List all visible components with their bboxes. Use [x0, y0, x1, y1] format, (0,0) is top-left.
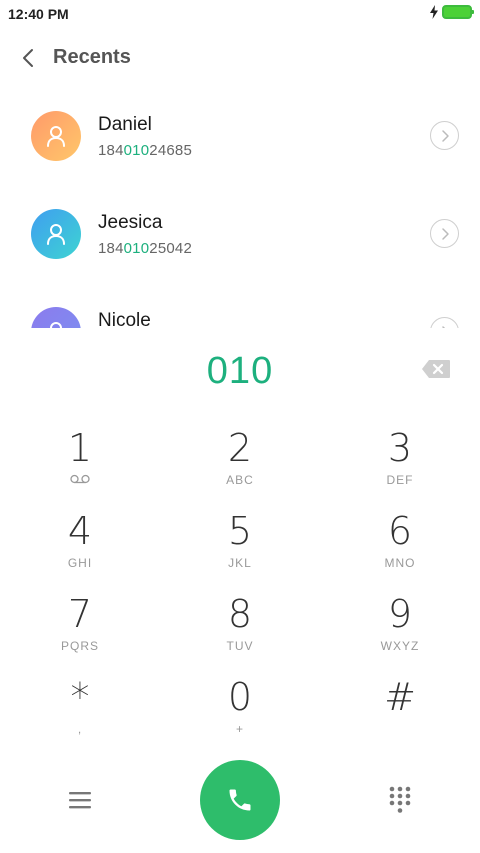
key-digit: 5: [227, 509, 253, 553]
key-5[interactable]: 5 JKL: [160, 508, 320, 590]
voicemail-icon: [70, 474, 90, 484]
chevron-right-icon: [441, 129, 449, 142]
status-bar: 12:40 PM: [0, 0, 480, 28]
avatar: [31, 111, 81, 161]
key-digit: 6: [387, 509, 413, 553]
dialpad-toggle-button[interactable]: [387, 786, 413, 814]
bottom-bar: [0, 760, 480, 840]
key-digit: 4: [67, 509, 93, 553]
key-digit: 9: [387, 592, 413, 636]
contact-number: 18401025042: [98, 240, 192, 257]
key-8[interactable]: 8 TUV: [160, 591, 320, 673]
person-icon: [50, 322, 62, 328]
key-digit: 2: [227, 426, 253, 470]
key-pause: ,: [77, 722, 83, 736]
contact-details-button[interactable]: [430, 317, 459, 328]
key-star[interactable]: * ,: [0, 674, 160, 756]
contact-number: 18401024685: [98, 142, 192, 159]
key-9[interactable]: 9 WXYZ: [320, 591, 480, 673]
contact-name: Nicole: [98, 310, 151, 328]
key-letters: JKL: [228, 556, 252, 570]
backspace-button[interactable]: [420, 358, 452, 380]
contact-name: Daniel: [98, 114, 152, 135]
menu-button[interactable]: [66, 786, 94, 814]
key-2[interactable]: 2 ABC: [160, 425, 320, 507]
dial-input[interactable]: 010: [0, 350, 480, 393]
key-0[interactable]: 0 +: [160, 674, 320, 756]
chevron-right-icon: [441, 325, 446, 328]
recents-list: Daniel 18401024685 Jeesica 18401025042 N…: [0, 88, 480, 328]
key-digit: 8: [227, 592, 253, 636]
key-letters: MNO: [384, 556, 416, 570]
key-letters: TUV: [226, 639, 254, 653]
header: Recents: [0, 38, 480, 78]
contact-details-button[interactable]: [430, 121, 459, 150]
key-digit: 7: [67, 592, 93, 636]
key-6[interactable]: 6 MNO: [320, 508, 480, 590]
avatar: [31, 209, 81, 259]
phone-icon: [229, 789, 251, 811]
person-icon: [47, 126, 65, 147]
contact-row[interactable]: Nicole: [0, 284, 480, 328]
charging-bolt-icon: [430, 5, 438, 19]
backspace-icon: [422, 360, 450, 378]
key-digit: #: [384, 675, 416, 719]
person-icon: [47, 224, 65, 245]
key-hash[interactable]: #: [320, 674, 480, 756]
key-3[interactable]: 3 DEF: [320, 425, 480, 507]
avatar: [31, 307, 81, 328]
key-digit: 0: [227, 675, 253, 719]
status-time: 12:40 PM: [8, 6, 69, 22]
call-button[interactable]: [200, 760, 280, 840]
dialpad-icon: [389, 786, 411, 813]
key-1[interactable]: 1: [0, 425, 160, 507]
contact-name: Jeesica: [98, 212, 163, 233]
contact-details-button[interactable]: [430, 219, 459, 248]
battery-icon: [442, 5, 474, 19]
page-title: Recents: [53, 46, 131, 68]
contact-row[interactable]: Daniel 18401024685: [0, 88, 480, 186]
key-plus: +: [235, 722, 244, 736]
key-7[interactable]: 7 PQRS: [0, 591, 160, 673]
back-button[interactable]: [14, 44, 42, 72]
menu-icon: [69, 792, 91, 809]
dial-display: 010: [0, 340, 480, 406]
key-letters: WXYZ: [380, 639, 420, 653]
key-letters: DEF: [386, 473, 414, 487]
status-icons: [430, 5, 474, 19]
chevron-right-icon: [441, 227, 449, 240]
contact-row[interactable]: Jeesica 18401025042: [0, 186, 480, 284]
key-letters: GHI: [67, 556, 93, 570]
chevron-left-icon: [23, 49, 33, 67]
key-digit: *: [70, 675, 90, 719]
key-letters: ABC: [226, 473, 254, 487]
key-letters: PQRS: [60, 639, 99, 653]
key-digit: 3: [387, 426, 413, 470]
key-4[interactable]: 4 GHI: [0, 508, 160, 590]
key-digit: 1: [67, 426, 93, 470]
